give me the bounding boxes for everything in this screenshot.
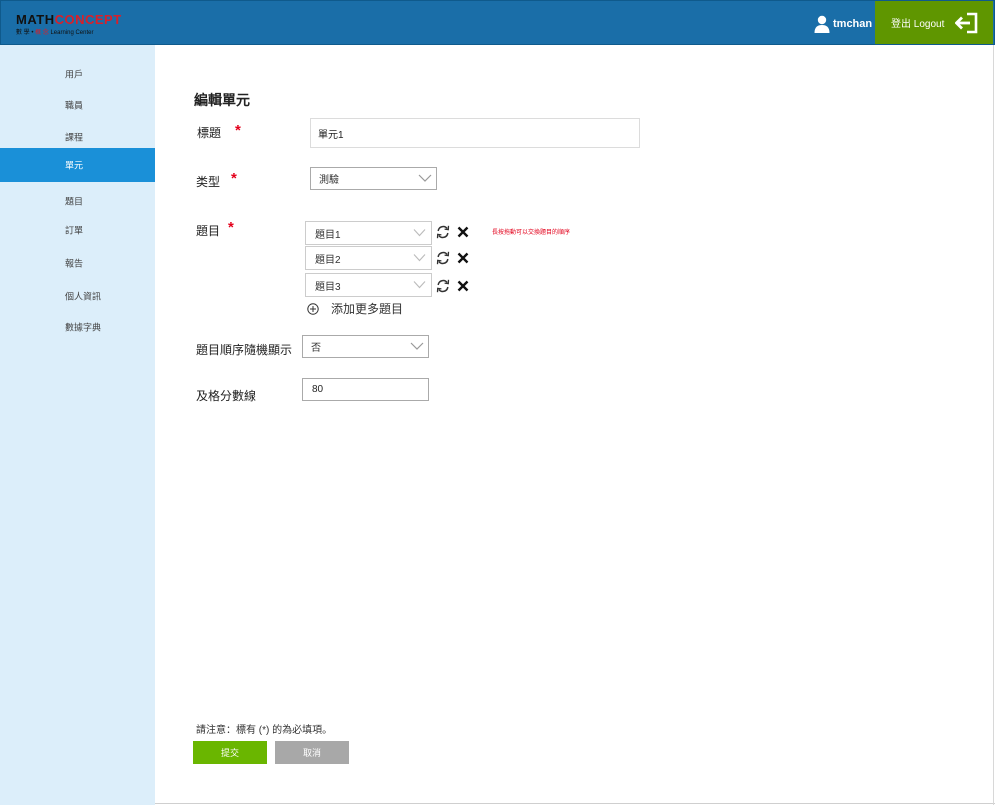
add-more-questions-button[interactable]: 添加更多題目 bbox=[307, 300, 403, 317]
logo-text-accent: CONCEPT bbox=[54, 12, 122, 27]
user-icon bbox=[814, 15, 830, 33]
pass-mark-value: 80 bbox=[312, 384, 324, 395]
logout-label: 登出 Logout bbox=[891, 19, 945, 30]
logo-sub-a: 數 學 • bbox=[16, 30, 36, 36]
refresh-icon[interactable] bbox=[436, 251, 450, 265]
reorder-hint: 長按拖動可以交換題目的順序 bbox=[492, 230, 571, 236]
chevron-down-icon bbox=[413, 229, 426, 237]
remove-icon[interactable] bbox=[456, 279, 470, 293]
random-order-label: 題目順序隨機顯示 bbox=[196, 343, 293, 357]
title-label: 標題 bbox=[197, 126, 222, 140]
question-select-3[interactable]: 題目3 bbox=[305, 273, 432, 297]
sidebar-nav: 用戶 職員 課程 單元 題目 訂單 報告 個人資訊 數據字典 bbox=[0, 45, 155, 805]
add-more-label: 添加更多題目 bbox=[331, 302, 404, 316]
question-select-1[interactable]: 題目1 bbox=[305, 221, 432, 245]
refresh-icon[interactable] bbox=[436, 225, 450, 239]
user-menu[interactable]: tmchan bbox=[814, 14, 872, 34]
sidebar-item-staff[interactable]: 職員 bbox=[0, 88, 155, 122]
logout-icon bbox=[955, 12, 978, 34]
sidebar-item-reports[interactable]: 報告 bbox=[0, 246, 155, 280]
sidebar-item-label: 訂單 bbox=[65, 225, 84, 236]
title-input-value: 單元1 bbox=[318, 129, 344, 141]
pass-mark-input[interactable]: 80 bbox=[302, 378, 429, 401]
chevron-down-icon bbox=[418, 174, 432, 182]
sidebar-item-profile[interactable]: 個人資訊 bbox=[0, 279, 155, 313]
sidebar-item-units[interactable]: 單元 bbox=[0, 148, 155, 182]
title-input[interactable]: 單元1 bbox=[310, 118, 640, 148]
sidebar-item-orders[interactable]: 訂單 bbox=[0, 213, 155, 247]
questions-label: 題目 bbox=[196, 224, 221, 238]
sidebar-item-label: 單元 bbox=[65, 160, 84, 171]
logo-sub-c: Learning Center bbox=[48, 30, 94, 36]
username-label: tmchan bbox=[833, 18, 873, 30]
plus-circle-icon bbox=[307, 302, 319, 315]
brand-logo[interactable]: MATHCONCEPT 數 學 • 概 念 Learning Center bbox=[16, 12, 126, 36]
required-mark: * bbox=[228, 219, 234, 236]
question-select-value: 題目2 bbox=[315, 254, 341, 266]
sidebar-item-label: 課程 bbox=[65, 132, 84, 143]
sidebar-item-label: 職員 bbox=[65, 100, 84, 111]
remove-icon[interactable] bbox=[456, 251, 470, 265]
logout-button[interactable]: 登出 Logout bbox=[875, 1, 993, 44]
question-select-2[interactable]: 題目2 bbox=[305, 246, 432, 270]
sidebar-item-label: 報告 bbox=[65, 258, 84, 269]
type-select-value: 測驗 bbox=[319, 175, 339, 186]
type-select[interactable]: 測驗 bbox=[310, 167, 437, 190]
page-title: 編輯單元 bbox=[194, 92, 250, 108]
chevron-down-icon bbox=[413, 281, 426, 289]
cancel-button[interactable]: 取消 bbox=[275, 741, 349, 764]
logo-text-main: MATH bbox=[16, 12, 55, 27]
chevron-down-icon bbox=[410, 342, 424, 350]
refresh-icon[interactable] bbox=[436, 279, 450, 293]
sidebar-item-users[interactable]: 用戶 bbox=[0, 57, 155, 91]
sidebar-item-dictionary[interactable]: 數據字典 bbox=[0, 310, 155, 344]
right-divider bbox=[993, 45, 994, 805]
type-label: 类型 bbox=[196, 175, 221, 189]
sidebar-item-label: 用戶 bbox=[65, 69, 84, 80]
sidebar-item-label: 數據字典 bbox=[65, 322, 102, 333]
sidebar-item-label: 題目 bbox=[65, 196, 84, 207]
logo-sub-b: 概 念 bbox=[35, 30, 49, 36]
required-mark: * bbox=[235, 122, 241, 139]
question-select-value: 題目1 bbox=[315, 229, 341, 241]
sidebar-item-label: 個人資訊 bbox=[65, 291, 102, 302]
required-mark: * bbox=[231, 170, 237, 187]
submit-button[interactable]: 提交 bbox=[193, 741, 267, 764]
bottom-divider bbox=[155, 803, 995, 804]
chevron-down-icon bbox=[413, 254, 426, 262]
random-order-value: 否 bbox=[311, 343, 321, 354]
random-order-select[interactable]: 否 bbox=[302, 335, 429, 358]
top-header: MATHCONCEPT 數 學 • 概 念 Learning Center tm… bbox=[0, 0, 995, 45]
required-note: 請注意：標有 (*) 的為必填項。 bbox=[196, 725, 333, 736]
remove-icon[interactable] bbox=[456, 225, 470, 239]
pass-mark-label: 及格分數線 bbox=[196, 389, 257, 403]
question-select-value: 題目3 bbox=[315, 281, 341, 293]
